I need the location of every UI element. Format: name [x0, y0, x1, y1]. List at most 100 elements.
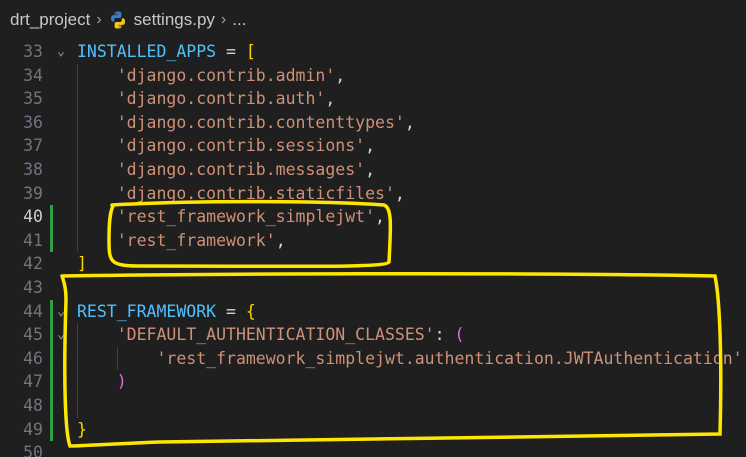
modified-line-indicator[interactable]	[50, 228, 53, 253]
code-text[interactable]: 'django.contrib.contenttypes',	[77, 111, 415, 135]
code-text[interactable]: REST_FRAMEWORK = {	[77, 300, 256, 324]
line-number: 33	[23, 42, 43, 61]
code-line-36[interactable]: 36 'django.contrib.contenttypes',	[0, 110, 746, 135]
code-line-42[interactable]: 42]	[0, 252, 746, 276]
line-number: 39	[23, 183, 43, 203]
code-token: =	[216, 42, 246, 61]
code-text[interactable]: )	[77, 370, 127, 394]
code-token: 'DEFAULT_AUTHENTICATION_CLASSES'	[77, 325, 435, 345]
line-number: 38	[23, 159, 43, 179]
code-token: }	[77, 419, 87, 439]
code-token: :	[434, 325, 455, 345]
code-line-37[interactable]: 37 'django.contrib.sessions',	[0, 134, 746, 158]
code-line-48[interactable]: 48	[0, 393, 746, 418]
chevron-right-icon: ›	[96, 11, 102, 28]
modified-line-indicator[interactable]	[50, 346, 53, 371]
code-line-45[interactable]: 45 ⌄ 'DEFAULT_AUTHENTICATION_CLASSES': (	[0, 323, 746, 347]
code-token: ,	[325, 89, 336, 109]
python-file-icon	[108, 10, 128, 30]
breadcrumb-project[interactable]: drt_project	[10, 10, 90, 30]
line-number: 48	[23, 395, 43, 415]
code-token: ,	[394, 183, 405, 203]
line-number: 43	[23, 277, 43, 297]
modified-line-indicator[interactable]	[50, 370, 53, 394]
code-token: ,	[335, 65, 346, 85]
fold-chevron-down-icon[interactable]: ⌄	[54, 323, 68, 347]
code-token: =	[216, 301, 246, 321]
code-lines[interactable]: 33 ⌄ INSTALLED_APPS = [34 'django.contrib.…	[0, 40, 746, 457]
line-number: 47	[23, 372, 43, 392]
code-token: 'django.contrib.auth'	[77, 89, 326, 109]
code-token: 'django.contrib.messages'	[77, 159, 366, 179]
code-line-33[interactable]: 33 ⌄ INSTALLED_APPS = [	[0, 40, 746, 64]
code-text[interactable]: 'django.contrib.sessions',	[77, 134, 375, 158]
code-line-46[interactable]: 46 'rest_framework_simplejwt.authenticat…	[0, 346, 746, 371]
code-token: ,	[404, 112, 415, 132]
breadcrumb-symbols[interactable]: ...	[232, 10, 246, 30]
line-number: 46	[23, 348, 43, 368]
code-token: 'django.contrib.contenttypes'	[77, 112, 405, 132]
line-number: 45	[23, 325, 43, 345]
modified-line-indicator[interactable]	[50, 393, 53, 418]
code-token: ,	[365, 136, 376, 156]
code-line-38[interactable]: 38 'django.contrib.messages',	[0, 157, 746, 182]
modified-line-indicator[interactable]	[50, 299, 53, 324]
chevron-right-icon: ›	[220, 11, 227, 28]
line-number: 36	[23, 112, 43, 132]
code-token: (	[454, 325, 465, 345]
code-line-41[interactable]: 41 'rest_framework',	[0, 228, 746, 253]
code-token: 'rest_framework_simplejwt'	[77, 207, 376, 227]
line-number: 49	[23, 419, 43, 439]
code-line-35[interactable]: 35 'django.contrib.auth',	[0, 87, 746, 111]
code-text[interactable]: 'rest_framework_simplejwt',	[77, 205, 385, 229]
code-line-40[interactable]: 40 'rest_framework_simplejwt',	[0, 205, 746, 229]
code-text[interactable]: }	[77, 418, 87, 442]
code-line-43[interactable]: 43	[0, 276, 746, 300]
fold-chevron-down-icon[interactable]: ⌄	[54, 40, 68, 64]
code-line-50[interactable]: 50	[0, 441, 746, 457]
code-token: )	[77, 372, 127, 392]
line-number: 34	[23, 65, 43, 85]
code-token: ,	[375, 207, 385, 227]
line-number: 50	[23, 443, 43, 457]
breadcrumb: drt_project › settings.py › ...	[0, 0, 746, 40]
code-editor[interactable]: drt_project › settings.py › ... 33 ⌄ INSTA…	[0, 0, 746, 457]
line-number: 35	[23, 89, 43, 109]
code-text[interactable]: 'django.contrib.admin',	[77, 64, 345, 88]
line-number: 42	[23, 254, 43, 274]
code-line-49[interactable]: 49}	[0, 417, 746, 442]
line-number: 41	[23, 230, 43, 250]
code-line-47[interactable]: 47 )	[0, 370, 746, 394]
code-text[interactable]: ]	[77, 252, 87, 276]
code-text[interactable]: 'django.contrib.staticfiles',	[77, 182, 405, 206]
code-text[interactable]: 'rest_framework_simplejwt.authentication…	[77, 347, 746, 371]
code-token: 'django.contrib.admin'	[77, 65, 336, 85]
modified-line-indicator[interactable]	[50, 205, 53, 229]
code-line-34[interactable]: 34 'django.contrib.admin',	[0, 63, 746, 88]
code-text[interactable]: 'DEFAULT_AUTHENTICATION_CLASSES': (	[77, 323, 465, 347]
code-text[interactable]: 'rest_framework',	[77, 229, 286, 253]
code-token: 'django.contrib.sessions'	[77, 136, 366, 156]
line-number: 44	[23, 301, 43, 321]
code-token: ,	[365, 159, 376, 179]
code-token: 'rest_framework_simplejwt.authentication…	[77, 348, 743, 368]
code-token: 'django.contrib.staticfiles'	[77, 183, 395, 203]
code-token: ,	[743, 349, 746, 368]
breadcrumb-file[interactable]: settings.py	[134, 10, 215, 30]
code-token: ]	[77, 254, 87, 274]
code-text[interactable]: 'django.contrib.auth',	[77, 87, 336, 111]
line-number: 40	[23, 207, 43, 227]
code-text[interactable]: 'django.contrib.messages',	[77, 158, 375, 182]
modified-line-indicator[interactable]	[50, 417, 53, 442]
code-token: {	[245, 301, 256, 321]
code-line-44[interactable]: 44 ⌄ REST_FRAMEWORK = {	[0, 299, 746, 324]
code-line-39[interactable]: 39 'django.contrib.staticfiles',	[0, 181, 746, 206]
fold-chevron-down-icon[interactable]: ⌄	[54, 300, 68, 324]
line-number: 37	[23, 136, 43, 156]
code-token: [	[245, 42, 256, 61]
indent-guide	[77, 393, 78, 418]
modified-line-indicator[interactable]	[50, 323, 53, 347]
code-token: 'rest_framework'	[77, 230, 276, 250]
code-token: INSTALLED_APPS	[77, 42, 217, 61]
code-text[interactable]: INSTALLED_APPS = [	[77, 40, 256, 64]
